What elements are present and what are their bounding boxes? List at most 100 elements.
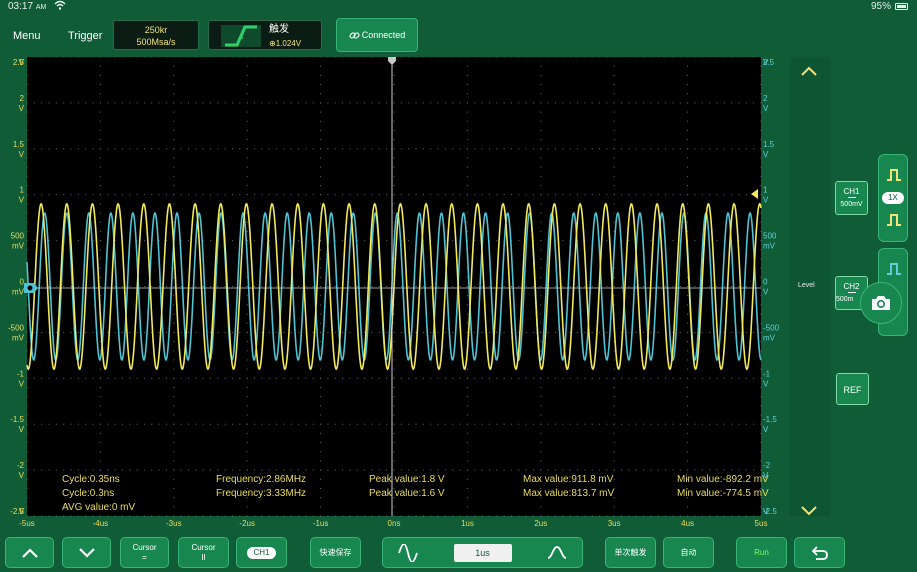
grid-dot — [613, 102, 615, 104]
timebase-compress-icon[interactable] — [546, 544, 568, 562]
cursor-vertical-button[interactable]: Cursor II — [178, 537, 229, 568]
quick-save-button[interactable]: 快速保存 — [310, 537, 361, 568]
grid-dot — [665, 57, 667, 58]
grid-dot — [232, 377, 234, 379]
trigger-edge-panel[interactable]: 1X — [878, 154, 908, 242]
grid-dot — [510, 194, 512, 196]
timebase-sample-rate-box[interactable]: 250kr 500Msa/s — [113, 20, 199, 50]
scroll-up-bottom-button[interactable] — [5, 537, 54, 568]
grid-dot — [26, 221, 28, 223]
grid-dot — [422, 331, 424, 333]
grid-dot — [283, 423, 285, 425]
grid-dot — [99, 276, 101, 278]
y-tick-label: V — [19, 58, 25, 67]
grid-dot — [298, 469, 300, 471]
grid-dot — [745, 102, 747, 104]
run-button[interactable]: Run — [736, 537, 787, 568]
trigger-settings-box[interactable]: 触发 ⊕1.024V — [208, 20, 322, 50]
grid-dot — [408, 57, 410, 58]
grid-dot — [320, 65, 322, 67]
trigger-level-marker[interactable] — [751, 189, 758, 199]
grid-dot — [378, 286, 380, 287]
timebase-value[interactable]: 1us — [453, 543, 512, 562]
scroll-down-bottom-button[interactable] — [62, 537, 111, 568]
y-tick-label: mV — [12, 242, 25, 251]
grid-dot — [532, 57, 534, 58]
timebase-expand-icon[interactable] — [397, 543, 419, 562]
grid-dot — [496, 194, 498, 196]
grid-dot — [687, 442, 689, 444]
grid-dot — [466, 423, 468, 425]
scroll-up-button[interactable] — [800, 64, 818, 82]
falling-pulse-icon[interactable] — [886, 213, 902, 227]
ref-button[interactable]: REF — [836, 373, 869, 405]
grid-dot — [356, 286, 358, 287]
wifi-icon — [54, 0, 66, 10]
grid-dot — [320, 295, 322, 297]
grid-dot — [687, 460, 689, 462]
grid-dot — [628, 148, 630, 150]
grid-dot — [709, 194, 711, 196]
grid-dot — [503, 148, 505, 150]
ch1-channel-button[interactable]: CH1 500mV — [835, 181, 868, 215]
grid-dot — [99, 84, 101, 86]
grid-dot — [173, 322, 175, 324]
scroll-down-button[interactable] — [800, 504, 818, 522]
grid-dot — [121, 331, 123, 333]
probe-ratio-toggle[interactable]: 1X — [882, 192, 904, 204]
grid-dot — [114, 423, 116, 425]
grid-dot — [187, 377, 189, 379]
grid-dot — [180, 286, 182, 287]
trigger-button[interactable]: Trigger — [68, 30, 102, 42]
grid-dot — [364, 240, 366, 242]
grid-dot — [63, 515, 65, 517]
grid-dot — [283, 57, 285, 58]
back-button[interactable] — [794, 537, 845, 568]
screenshot-button[interactable] — [860, 282, 902, 324]
grid-dot — [547, 515, 549, 517]
rising-pulse-icon[interactable] — [886, 168, 902, 182]
grid-dot — [584, 194, 586, 196]
auto-button[interactable]: 自动 — [663, 537, 714, 568]
grid-dot — [488, 423, 490, 425]
grid-dot — [224, 423, 226, 425]
grid-dot — [415, 57, 417, 58]
grid-dot — [99, 57, 101, 58]
connected-button[interactable]: Connected — [336, 18, 418, 52]
grid-dot — [657, 331, 659, 333]
pulse-icon[interactable] — [886, 262, 902, 276]
cursor-horizontal-button[interactable]: Cursor = — [120, 537, 169, 568]
grid-dot — [745, 331, 747, 333]
grid-dot — [173, 221, 175, 223]
grid-dot — [540, 258, 542, 260]
grid-dot — [687, 386, 689, 388]
grid-dot — [613, 460, 615, 462]
grid-dot — [246, 221, 248, 223]
grid-dot — [378, 515, 380, 517]
ch1-toggle-button[interactable]: CH1 — [236, 537, 287, 568]
grid-dot — [283, 102, 285, 104]
grid-dot — [26, 423, 28, 425]
grid-dot — [738, 286, 740, 287]
menu-button[interactable]: Menu — [13, 30, 41, 42]
grid-dot — [268, 102, 270, 104]
ch1-ground-marker[interactable] — [24, 283, 38, 293]
grid-dot — [496, 57, 498, 58]
grid-dot — [525, 515, 527, 517]
grid-dot — [400, 148, 402, 150]
trigger-position-marker[interactable] — [388, 57, 396, 65]
grid-dot — [540, 84, 542, 86]
grid-dot — [393, 331, 395, 333]
grid-dot — [650, 194, 652, 196]
grid-dot — [518, 469, 520, 471]
grid-dot — [547, 423, 549, 425]
grid-dot — [371, 469, 373, 471]
grid-dot — [121, 515, 123, 517]
grid-dot — [665, 377, 667, 379]
grid-dot — [709, 331, 711, 333]
single-trigger-button[interactable]: 单次触发 — [605, 537, 656, 568]
grid-dot — [466, 313, 468, 315]
grid-dot — [136, 469, 138, 471]
grid-dot — [55, 102, 57, 104]
grid-dot — [760, 432, 762, 434]
